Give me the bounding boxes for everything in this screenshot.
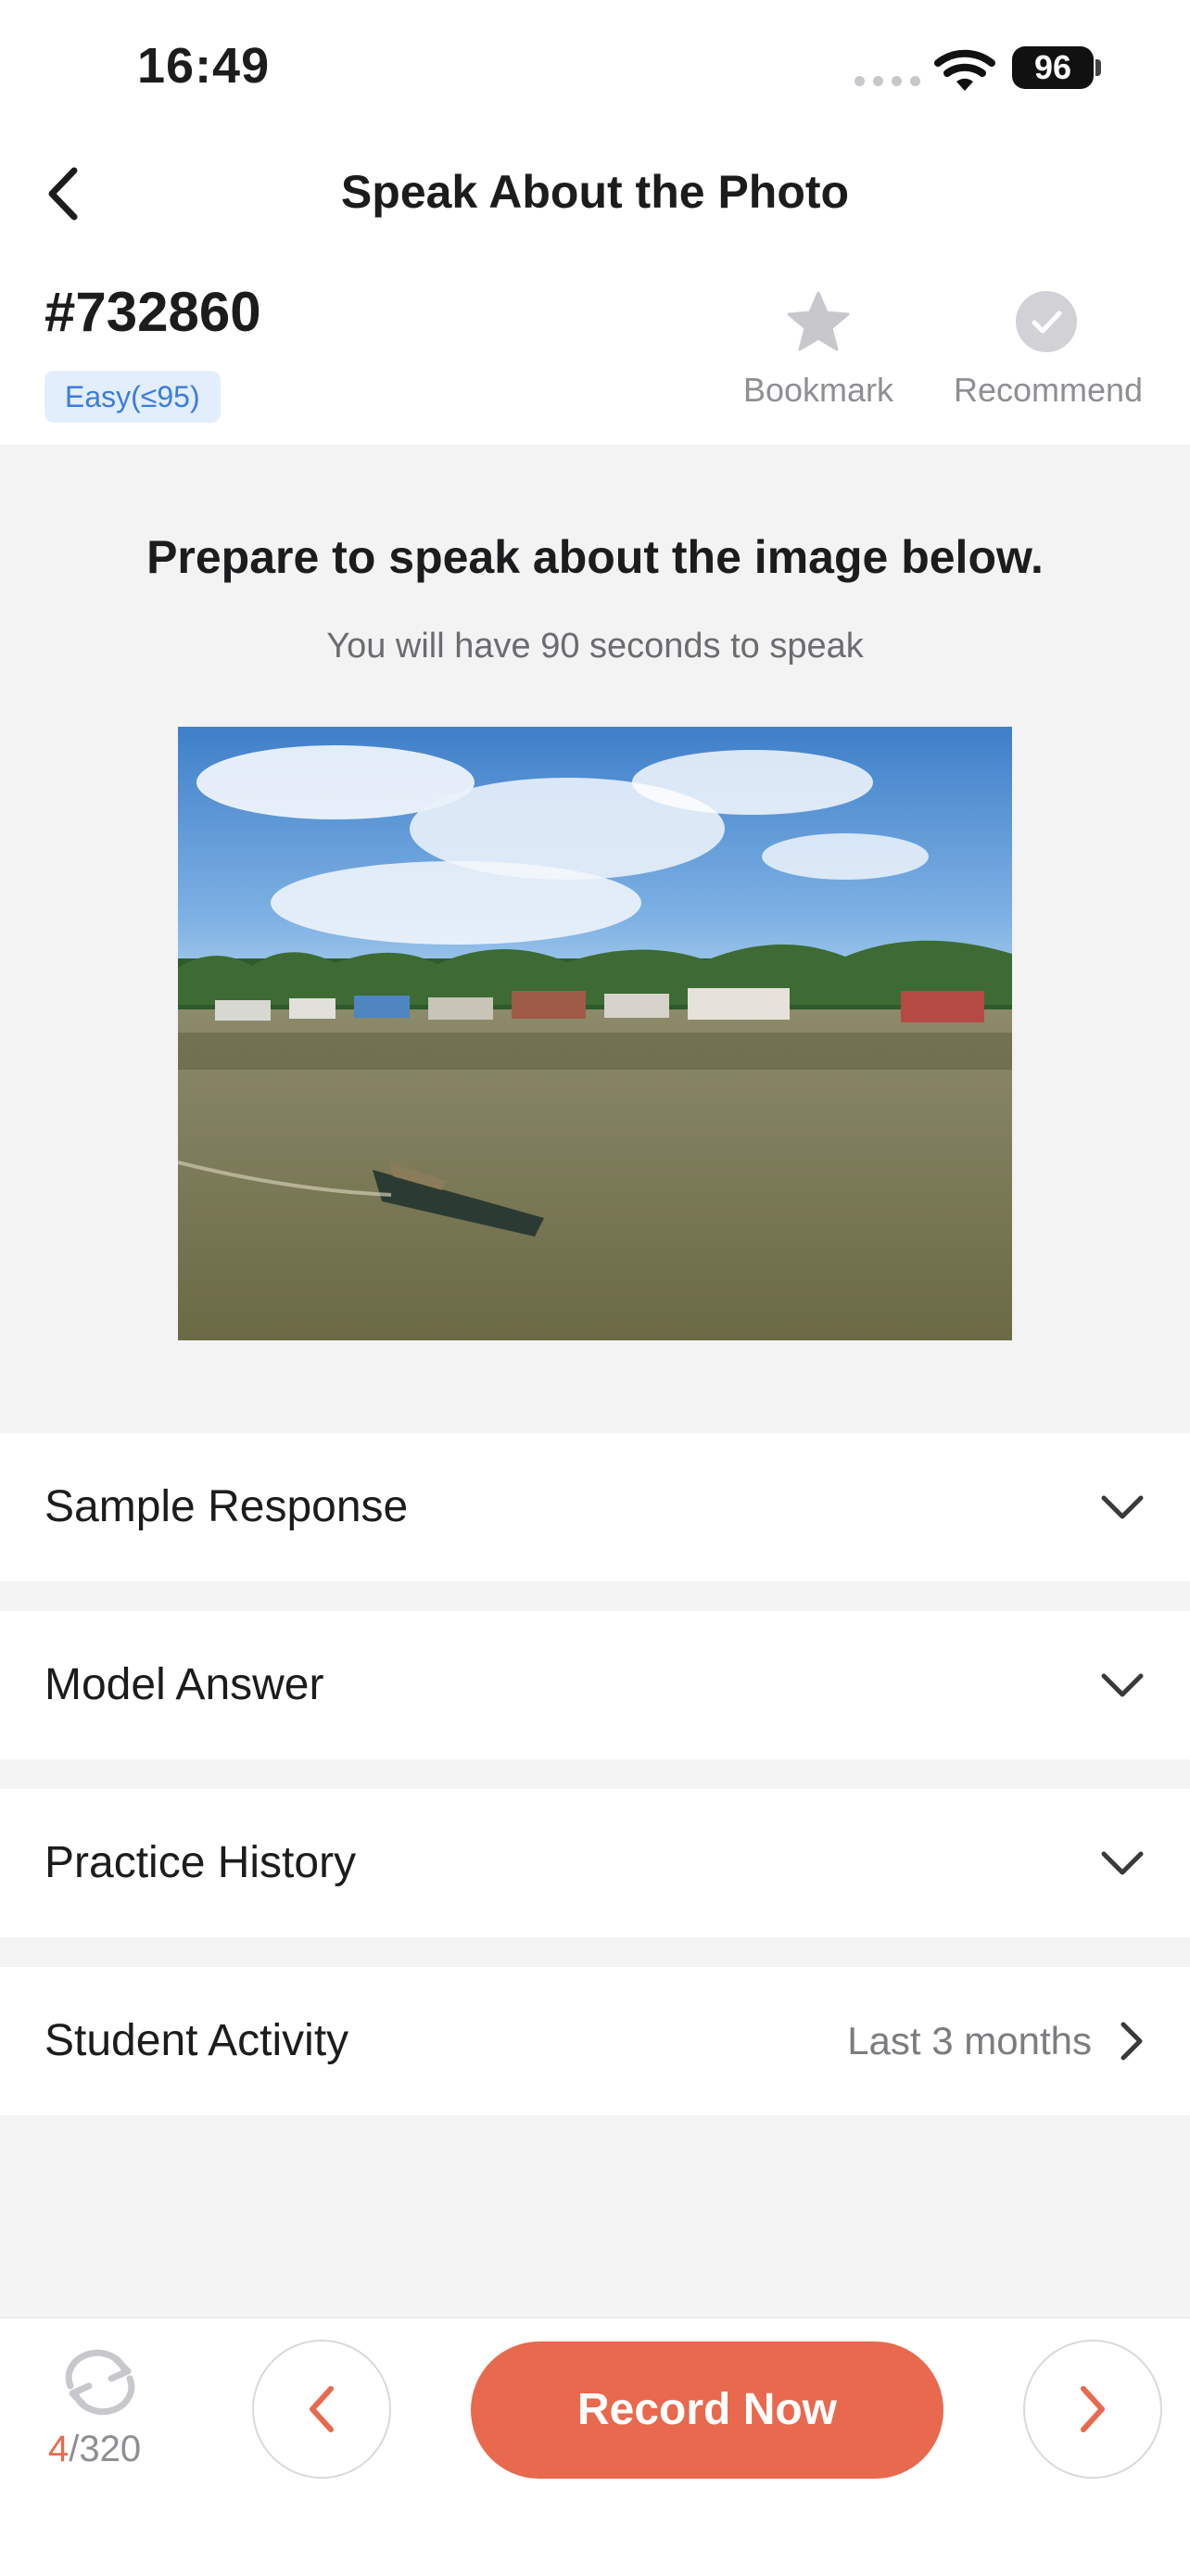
sample-response-row[interactable]: Sample Response [0,1433,1190,1581]
battery-tip [1095,59,1101,76]
student-activity-row[interactable]: Student Activity Last 3 months [0,1967,1190,2115]
check-circle-icon [1016,291,1077,352]
student-activity-label: Student Activity [44,2016,349,2065]
question-id: #732860 [44,281,261,343]
wifi-icon [934,49,995,91]
practice-history-row[interactable]: Practice History [0,1789,1190,1937]
cellular-signal-icon [855,76,920,86]
page-title: Speak About the Photo [340,166,850,218]
chevron-left-icon [310,2386,334,2432]
practice-history-label: Practice History [44,1838,357,1887]
prompt-title: Prepare to speak about the image below. [146,531,1044,583]
model-answer-label: Model Answer [44,1660,324,1709]
sample-response-label: Sample Response [44,1482,409,1531]
record-now-button[interactable]: Record Now [471,2341,943,2479]
star-icon [787,291,850,351]
chevron-down-icon [1101,1851,1144,1875]
prompt-subtitle: You will have 90 seconds to speak [326,627,864,666]
chevron-down-icon [1101,1673,1144,1697]
question-counter: 4/320 [48,2429,141,2470]
bookmark-button[interactable]: Bookmark [726,289,911,410]
repeat-icon[interactable] [54,2345,146,2419]
battery-icon: 96 [1012,46,1094,89]
previous-button[interactable] [252,2340,391,2479]
recommend-button[interactable]: Recommend [954,289,1144,410]
activity-range: Last 3 months [847,2019,1092,2062]
model-answer-row[interactable]: Model Answer [0,1611,1190,1759]
chevron-right-icon [1120,2022,1143,2061]
next-button[interactable] [1023,2340,1162,2479]
counter-total: /320 [69,2429,142,2469]
status-time: 16:49 [137,38,271,94]
prompt-photo [178,727,1012,1340]
difficulty-badge: Easy(≤95) [44,371,221,423]
counter-current: 4 [48,2429,70,2469]
bookmark-label: Bookmark [742,371,894,409]
chevron-right-icon [1081,2386,1105,2432]
chevron-down-icon [1101,1495,1144,1519]
recommend-label: Recommend [954,371,1144,409]
